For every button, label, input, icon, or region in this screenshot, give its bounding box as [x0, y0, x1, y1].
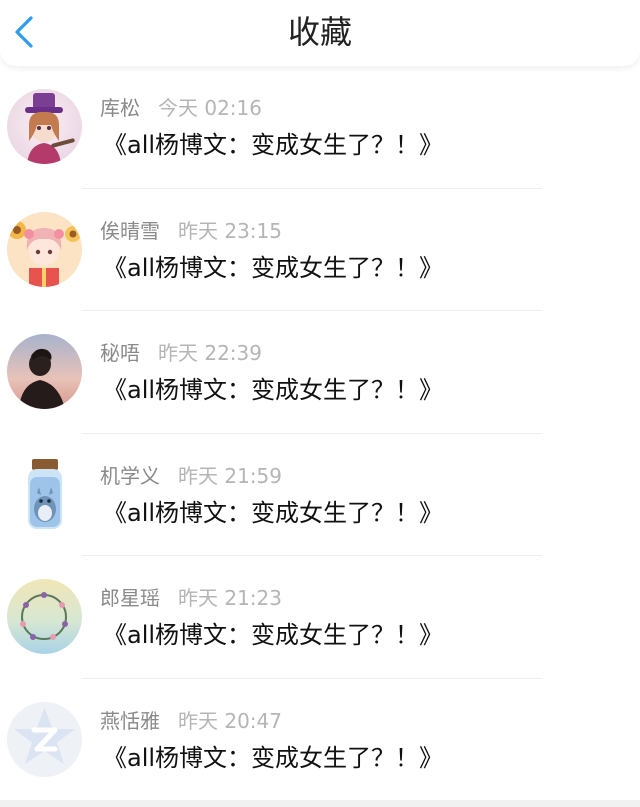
default-star-avatar-icon	[7, 701, 82, 777]
timestamp: 今天 02:16	[158, 96, 262, 120]
anime-girl-avatar-icon	[7, 89, 82, 164]
timestamp: 昨天 21:59	[178, 463, 282, 488]
top-bar: 收藏	[0, 0, 640, 66]
favorites-list: 库松 今天 02:16 《all杨博文：变成女生了？！》 俟晴雪 昨天 23:1…	[0, 66, 640, 801]
anime-girl-flowers-avatar-icon	[7, 211, 82, 287]
message-text: 《all杨博文：变成女生了？！》	[103, 621, 444, 649]
avatar[interactable]	[7, 211, 82, 287]
list-item[interactable]: 库松 今天 02:16 《all杨博文：变成女生了？！》	[0, 66, 640, 189]
user-name: 秘唔	[100, 341, 140, 365]
list-item[interactable]: 秘唔 昨天 22:39 《all杨博文：变成女生了？！》	[0, 311, 640, 434]
list-item[interactable]: 郎星瑶 昨天 21:23 《all杨博文：变成女生了？！》	[0, 556, 640, 679]
message-text: 《all杨博文：变成女生了？！》	[103, 376, 444, 404]
message-text: 《all杨博文：变成女生了？！》	[103, 498, 444, 527]
timestamp: 昨天 23:15	[178, 218, 282, 243]
list-item[interactable]: 燕恬雅 昨天 20:47 《all杨博文：变成女生了？！》	[0, 679, 640, 802]
avatar[interactable]	[7, 456, 82, 532]
avatar[interactable]	[7, 89, 82, 164]
flower-wreath-avatar-icon	[7, 579, 82, 654]
message-text: 《all杨博文：变成女生了？！》	[103, 131, 444, 159]
user-name: 俟晴雪	[100, 218, 160, 243]
avatar[interactable]	[7, 579, 82, 654]
timestamp: 昨天 20:47	[178, 708, 282, 733]
user-name: 库松	[100, 96, 140, 120]
avatar[interactable]	[7, 701, 82, 777]
totoro-jar-avatar-icon	[7, 456, 82, 532]
list-item[interactable]: 机学义 昨天 21:59 《all杨博文：变成女生了？！》	[0, 434, 640, 556]
silhouette-sunset-avatar-icon	[7, 334, 82, 409]
timestamp: 昨天 21:23	[178, 586, 282, 610]
avatar[interactable]	[7, 334, 82, 409]
user-name: 郎星瑶	[100, 586, 160, 610]
timestamp: 昨天 22:39	[158, 341, 262, 365]
list-item[interactable]: 俟晴雪 昨天 23:15 《all杨博文：变成女生了？！》	[0, 189, 640, 311]
user-name: 机学义	[100, 463, 160, 488]
page-title: 收藏	[287, 13, 352, 51]
user-name: 燕恬雅	[100, 708, 160, 733]
bottom-edge	[0, 800, 640, 807]
message-text: 《all杨博文：变成女生了？！》	[103, 743, 444, 772]
message-text: 《all杨博文：变成女生了？！》	[103, 253, 444, 282]
